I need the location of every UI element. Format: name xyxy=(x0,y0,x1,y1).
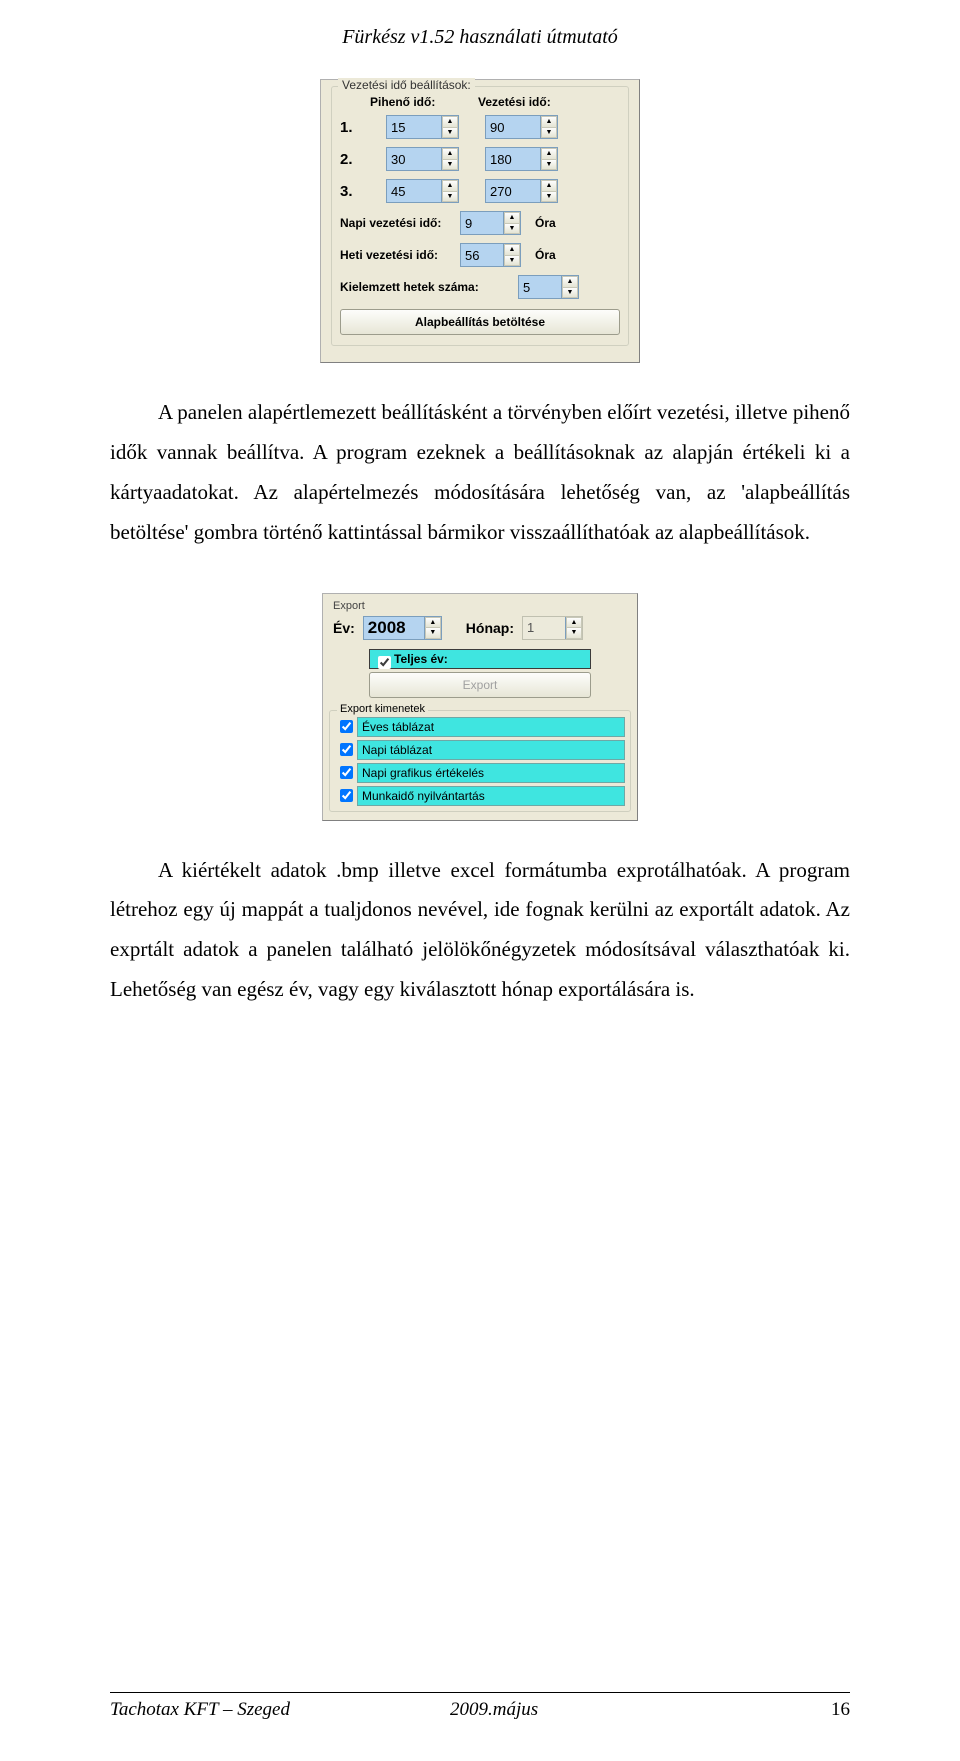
output-row: Napi grafikus értékelés xyxy=(335,763,625,783)
weeks-spin[interactable]: ▲▼ xyxy=(518,275,579,299)
row-number: 3. xyxy=(340,183,360,200)
year-input[interactable] xyxy=(364,617,424,639)
spin-up-icon[interactable]: ▲ xyxy=(425,617,441,629)
spin-up-icon[interactable]: ▲ xyxy=(541,116,557,128)
load-defaults-button[interactable]: Alapbeállítás betöltése xyxy=(340,309,620,335)
spin-down-icon[interactable]: ▼ xyxy=(504,256,520,267)
spin-down-icon[interactable]: ▼ xyxy=(425,628,441,639)
col-header-drive: Vezetési idő: xyxy=(478,95,556,109)
output-checkbox-daily[interactable] xyxy=(340,743,353,756)
rest-2-input[interactable] xyxy=(387,148,441,170)
spin-up-icon[interactable]: ▲ xyxy=(504,212,520,224)
page-header: Fürkész v1.52 használati útmutató xyxy=(110,26,850,49)
month-input xyxy=(523,617,565,639)
output-checkbox-yearly[interactable] xyxy=(340,720,353,733)
spin-down-icon[interactable]: ▼ xyxy=(541,192,557,203)
spin-up-icon[interactable]: ▲ xyxy=(541,180,557,192)
spin-down-icon[interactable]: ▼ xyxy=(504,224,520,235)
drive-1-spin[interactable]: ▲▼ xyxy=(485,115,558,139)
rest-3-input[interactable] xyxy=(387,180,441,202)
rest-3-spin[interactable]: ▲▼ xyxy=(386,179,459,203)
daily-label: Napi vezetési idő: xyxy=(340,216,452,230)
row-1: 1. ▲▼ ▲▼ xyxy=(340,115,620,139)
month-label: Hónap: xyxy=(466,620,514,636)
spin-up-icon[interactable]: ▲ xyxy=(442,148,458,160)
spin-up-icon[interactable]: ▲ xyxy=(504,244,520,256)
weeks-input[interactable] xyxy=(519,276,561,298)
output-row: Munkaidő nyilvántartás xyxy=(335,786,625,806)
export-panel: Export Év: ▲▼ Hónap: ▲▼ Teljes év: Expor… xyxy=(322,593,638,821)
row-2: 2. ▲▼ ▲▼ xyxy=(340,147,620,171)
footer-page: 16 xyxy=(790,1699,850,1721)
drive-2-input[interactable] xyxy=(486,148,540,170)
paragraph-2: A kiértékelt adatok .bmp illetve excel f… xyxy=(110,851,850,1011)
export-button: Export xyxy=(369,672,591,698)
unit-label: Óra xyxy=(535,248,556,262)
full-year-label: Teljes év: xyxy=(394,652,448,666)
weekly-input[interactable] xyxy=(461,244,503,266)
rest-1-input[interactable] xyxy=(387,116,441,138)
spin-down-icon[interactable]: ▼ xyxy=(541,160,557,171)
weekly-spin[interactable]: ▲▼ xyxy=(460,243,521,267)
spin-up-icon[interactable]: ▲ xyxy=(442,180,458,192)
spin-down-icon[interactable]: ▼ xyxy=(442,192,458,203)
output-checkbox-worktime[interactable] xyxy=(340,789,353,802)
year-spin[interactable]: ▲▼ xyxy=(363,616,442,640)
output-label: Napi grafikus értékelés xyxy=(357,763,625,783)
export-outputs-group: Export kimenetek Éves táblázat Napi tábl… xyxy=(329,710,631,812)
unit-label: Óra xyxy=(535,216,556,230)
row-3: 3. ▲▼ ▲▼ xyxy=(340,179,620,203)
footer-left: Tachotax KFT – Szeged xyxy=(110,1699,450,1721)
output-row: Napi táblázat xyxy=(335,740,625,760)
daily-spin[interactable]: ▲▼ xyxy=(460,211,521,235)
row-number: 1. xyxy=(340,119,360,136)
row-number: 2. xyxy=(340,151,360,168)
spin-down-icon[interactable]: ▼ xyxy=(562,288,578,299)
footer-center: 2009.május xyxy=(450,1699,790,1721)
weekly-label: Heti vezetési idő: xyxy=(340,248,452,262)
page-footer: Tachotax KFT – Szeged 2009.május 16 xyxy=(110,1692,850,1721)
output-checkbox-graphic[interactable] xyxy=(340,766,353,779)
full-year-field[interactable]: Teljes év: xyxy=(369,649,591,669)
full-year-checkbox[interactable] xyxy=(378,656,391,669)
spin-down-icon[interactable]: ▼ xyxy=(442,160,458,171)
export-outputs-title: Export kimenetek xyxy=(337,703,428,715)
paragraph-1: A panelen alapértlemezett beállításként … xyxy=(110,393,850,553)
output-label: Napi táblázat xyxy=(357,740,625,760)
driving-time-group-title: Vezetési idő beállítások: xyxy=(338,78,475,92)
output-label: Éves táblázat xyxy=(357,717,625,737)
driving-time-group: Vezetési idő beállítások: Pihenő idő: Ve… xyxy=(331,86,629,346)
month-spin: ▲▼ xyxy=(522,616,583,640)
drive-3-input[interactable] xyxy=(486,180,540,202)
year-label: Év: xyxy=(333,620,355,636)
spin-down-icon[interactable]: ▼ xyxy=(442,128,458,139)
spin-down-icon[interactable]: ▼ xyxy=(541,128,557,139)
drive-3-spin[interactable]: ▲▼ xyxy=(485,179,558,203)
driving-time-settings-panel: Vezetési idő beállítások: Pihenő idő: Ve… xyxy=(320,79,640,363)
spin-down-icon: ▼ xyxy=(566,628,582,639)
spin-up-icon[interactable]: ▲ xyxy=(442,116,458,128)
spin-up-icon: ▲ xyxy=(566,617,582,629)
spin-up-icon[interactable]: ▲ xyxy=(562,276,578,288)
rest-2-spin[interactable]: ▲▼ xyxy=(386,147,459,171)
output-label: Munkaidő nyilvántartás xyxy=(357,786,625,806)
spin-up-icon[interactable]: ▲ xyxy=(541,148,557,160)
output-row: Éves táblázat xyxy=(335,717,625,737)
rest-1-spin[interactable]: ▲▼ xyxy=(386,115,459,139)
col-header-rest: Pihenő idő: xyxy=(370,95,448,109)
export-top-label: Export xyxy=(329,598,631,616)
drive-1-input[interactable] xyxy=(486,116,540,138)
drive-2-spin[interactable]: ▲▼ xyxy=(485,147,558,171)
daily-input[interactable] xyxy=(461,212,503,234)
weeks-label: Kielemzett hetek száma: xyxy=(340,280,510,294)
